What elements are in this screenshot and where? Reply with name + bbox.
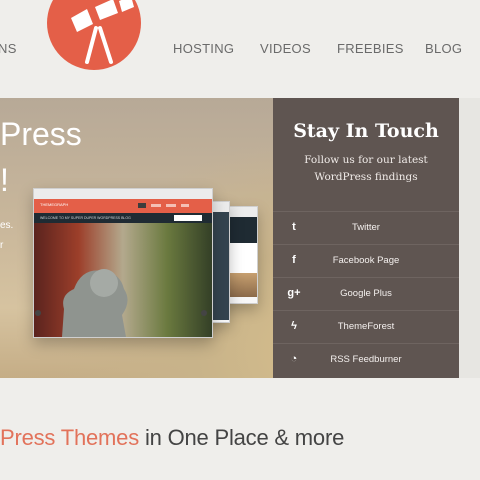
- hero-title-fragment: Press: [0, 116, 82, 152]
- social-link-label: Google Plus: [340, 288, 392, 299]
- social-link-label: Twitter: [352, 222, 380, 233]
- panel-subtitle: Follow us for our latest WordPress findi…: [304, 154, 428, 183]
- social-link-twitter[interactable]: t Twitter: [273, 211, 459, 245]
- social-link-label: Facebook Page: [332, 255, 400, 266]
- logo[interactable]: [47, 0, 141, 70]
- social-link-themeforest[interactable]: ϟ ThemeForest: [273, 310, 459, 344]
- browser-mockup-front: THEMEGRAPH WELCOME TO MY SUPER DUPER WOR…: [33, 188, 213, 338]
- telescope-icon: [71, 0, 134, 64]
- tagline-accent: Press Themes: [0, 425, 140, 450]
- tagline: Press Themes in One Place & more: [0, 425, 344, 451]
- panel-title: Stay In Touch: [293, 120, 439, 142]
- hero-exclaim: !: [0, 162, 9, 198]
- social-link-label: RSS Feedburner: [330, 354, 402, 365]
- nav-videos[interactable]: VIDEOS: [260, 41, 311, 56]
- nav-left-fragment[interactable]: NS: [0, 41, 17, 56]
- hero-text-fragment-2: r: [0, 240, 4, 251]
- nav-blog[interactable]: BLOG: [425, 41, 462, 56]
- hero-right-edge: [459, 98, 480, 378]
- browser-brand: THEMEGRAPH: [40, 202, 69, 207]
- social-link-google-plus[interactable]: g+ Google Plus: [273, 277, 459, 311]
- tagline-rest: in One Place & more: [139, 425, 345, 450]
- stay-in-touch-panel: Stay In Touch Follow us for our latest W…: [273, 98, 459, 378]
- nav-hosting[interactable]: HOSTING: [173, 41, 234, 56]
- social-link-rss[interactable]: ◔ RSS Feedburner: [273, 343, 459, 377]
- browser-caption: WELCOME TO MY SUPER DUPER WORDPRESS BLOG: [40, 216, 131, 220]
- hero-text-fragment-1: es.: [0, 220, 14, 231]
- nav-freebies[interactable]: FREEBIES: [337, 41, 404, 56]
- social-link-label: ThemeForest: [337, 321, 395, 332]
- social-link-facebook[interactable]: f Facebook Page: [273, 244, 459, 278]
- statue-image: [34, 223, 212, 337]
